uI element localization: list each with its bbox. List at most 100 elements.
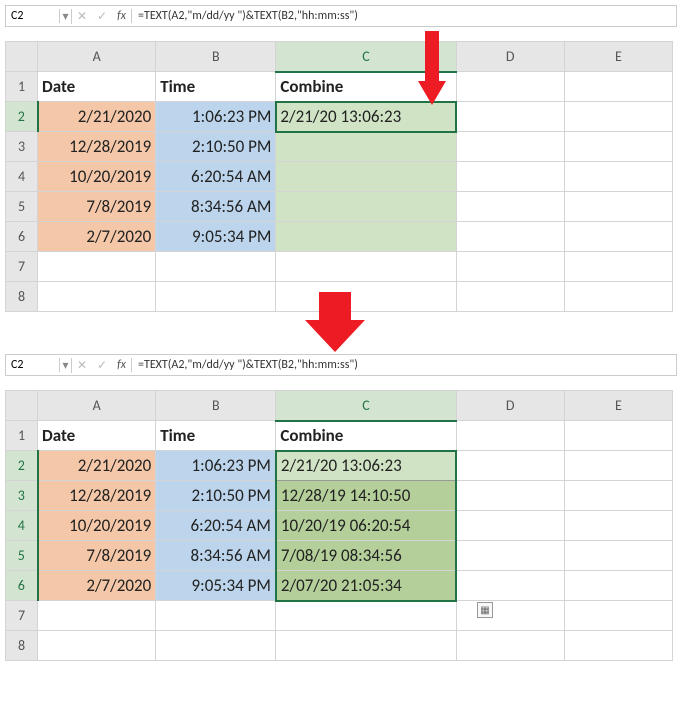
- cell-combine[interactable]: 12/28/19 14:10:50: [276, 481, 456, 511]
- cell[interactable]: [276, 631, 456, 661]
- row-header-7[interactable]: 7: [6, 252, 38, 282]
- row-header-8[interactable]: 8: [6, 631, 38, 661]
- name-box[interactable]: C2: [6, 9, 60, 23]
- cell[interactable]: [564, 451, 672, 481]
- row-header-7[interactable]: 7: [6, 601, 38, 631]
- enter-icon[interactable]: ✓: [92, 9, 112, 24]
- cell-time[interactable]: 9:05:34 PM: [156, 571, 276, 601]
- cell-time[interactable]: 2:10:50 PM: [156, 132, 276, 162]
- row-header-3[interactable]: 3: [6, 481, 38, 511]
- spreadsheet-after[interactable]: A B C D E 1 Date Time Combine 2 2/21/202…: [5, 390, 673, 661]
- cell[interactable]: [564, 421, 672, 451]
- cell[interactable]: [456, 132, 564, 162]
- cell[interactable]: [456, 541, 564, 571]
- cell-date[interactable]: 12/28/2019: [38, 481, 156, 511]
- row-header-2[interactable]: 2: [6, 102, 38, 132]
- cell[interactable]: [156, 601, 276, 631]
- cell-time[interactable]: 2:10:50 PM: [156, 481, 276, 511]
- cell-combine[interactable]: 10/20/19 06:20:54: [276, 511, 456, 541]
- cell[interactable]: [456, 222, 564, 252]
- spreadsheet-before[interactable]: A B C D E 1 Date Time Combine 2 2/21/202…: [5, 41, 673, 312]
- name-box-dropdown-icon[interactable]: ▾: [60, 9, 72, 24]
- header-time[interactable]: Time: [156, 72, 276, 102]
- cell-time[interactable]: 9:05:34 PM: [156, 222, 276, 252]
- enter-icon[interactable]: ✓: [92, 358, 112, 373]
- cell[interactable]: [276, 282, 456, 312]
- row-header-6[interactable]: 6: [6, 222, 38, 252]
- cell-time[interactable]: 1:06:23 PM: [156, 102, 276, 132]
- name-box-dropdown-icon[interactable]: ▾: [60, 358, 72, 373]
- cell-date[interactable]: 12/28/2019: [38, 132, 156, 162]
- formula-input[interactable]: =TEXT(A2,"m/dd/yy ")&TEXT(B2,"hh:mm:ss"): [132, 358, 676, 372]
- cell-date[interactable]: 2/7/2020: [38, 571, 156, 601]
- col-header-A[interactable]: A: [38, 42, 156, 72]
- fx-icon[interactable]: fx: [112, 358, 132, 372]
- header-date[interactable]: Date: [38, 421, 156, 451]
- cell[interactable]: [456, 481, 564, 511]
- row-header-4[interactable]: 4: [6, 162, 38, 192]
- fx-icon[interactable]: fx: [112, 9, 132, 23]
- cell[interactable]: [564, 72, 672, 102]
- col-header-E[interactable]: E: [564, 42, 672, 72]
- cell[interactable]: [456, 571, 564, 601]
- row-header-2[interactable]: 2: [6, 451, 38, 481]
- cell[interactable]: [564, 282, 672, 312]
- header-combine[interactable]: Combine: [276, 421, 456, 451]
- col-header-D[interactable]: D: [456, 42, 564, 72]
- cell-combine[interactable]: 2/21/20 13:06:23: [276, 451, 456, 481]
- cell-time[interactable]: 8:34:56 AM: [156, 541, 276, 571]
- cell[interactable]: [276, 601, 456, 631]
- cell[interactable]: [38, 252, 156, 282]
- cell[interactable]: [456, 421, 564, 451]
- cell[interactable]: [156, 631, 276, 661]
- cell-combine[interactable]: [276, 192, 456, 222]
- cell[interactable]: [276, 252, 456, 282]
- cell[interactable]: [456, 192, 564, 222]
- cell[interactable]: [564, 192, 672, 222]
- cell[interactable]: [38, 631, 156, 661]
- cell-time[interactable]: 8:34:56 AM: [156, 192, 276, 222]
- cell[interactable]: [38, 601, 156, 631]
- formula-input[interactable]: =TEXT(A2,"m/dd/yy ")&TEXT(B2,"hh:mm:ss"): [132, 9, 676, 23]
- row-header-3[interactable]: 3: [6, 132, 38, 162]
- cell[interactable]: [456, 631, 564, 661]
- cell-date[interactable]: 10/20/2019: [38, 162, 156, 192]
- name-box[interactable]: C2: [6, 358, 60, 372]
- cell[interactable]: [564, 571, 672, 601]
- cell[interactable]: [456, 601, 564, 631]
- row-header-1[interactable]: 1: [6, 72, 38, 102]
- col-header-A[interactable]: A: [38, 391, 156, 421]
- cell[interactable]: [456, 102, 564, 132]
- cell-date[interactable]: 7/8/2019: [38, 541, 156, 571]
- cell[interactable]: [456, 162, 564, 192]
- col-header-E[interactable]: E: [564, 391, 672, 421]
- cell[interactable]: [38, 282, 156, 312]
- header-date[interactable]: Date: [38, 72, 156, 102]
- cell[interactable]: [156, 282, 276, 312]
- cell-combine-selected[interactable]: 2/21/20 13:06:23: [276, 102, 456, 132]
- cell[interactable]: [564, 601, 672, 631]
- header-time[interactable]: Time: [156, 421, 276, 451]
- cell-combine[interactable]: [276, 222, 456, 252]
- cell[interactable]: [456, 72, 564, 102]
- row-header-4[interactable]: 4: [6, 511, 38, 541]
- cell-combine[interactable]: 2/07/20 21:05:34: [276, 571, 456, 601]
- cell-combine[interactable]: [276, 132, 456, 162]
- cell-date[interactable]: 2/21/2020: [38, 102, 156, 132]
- col-header-B[interactable]: B: [156, 391, 276, 421]
- cell[interactable]: [564, 252, 672, 282]
- cell[interactable]: [456, 451, 564, 481]
- col-header-B[interactable]: B: [156, 42, 276, 72]
- cell-date[interactable]: 2/7/2020: [38, 222, 156, 252]
- cell[interactable]: [456, 511, 564, 541]
- cancel-icon[interactable]: ✕: [72, 358, 92, 373]
- autofill-options-icon[interactable]: ▦: [477, 602, 493, 618]
- cell[interactable]: [564, 102, 672, 132]
- row-header-5[interactable]: 5: [6, 541, 38, 571]
- cell[interactable]: [456, 282, 564, 312]
- select-all-corner[interactable]: [6, 391, 38, 421]
- row-header-5[interactable]: 5: [6, 192, 38, 222]
- row-header-8[interactable]: 8: [6, 282, 38, 312]
- cell-combine[interactable]: [276, 162, 456, 192]
- cell-date[interactable]: 10/20/2019: [38, 511, 156, 541]
